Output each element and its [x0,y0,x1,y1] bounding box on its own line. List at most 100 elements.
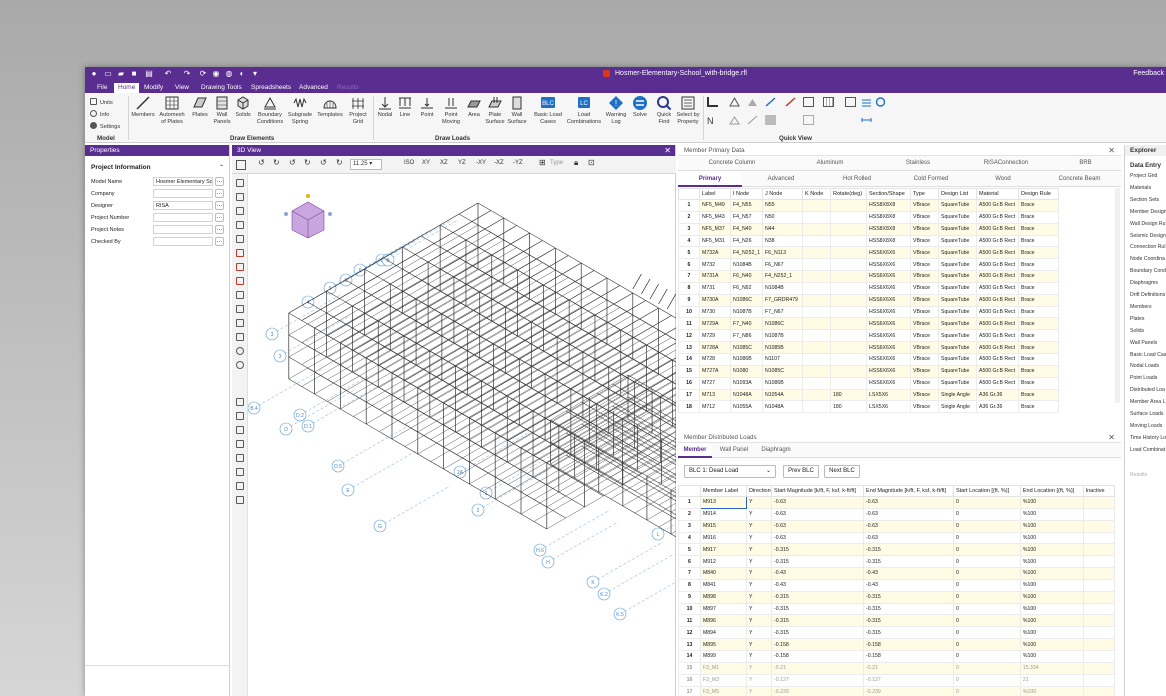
distributed-col-header[interactable]: Start Location [(ft, %)] [952,485,1021,497]
table-cell[interactable]: -0.315 [863,614,954,628]
table-cell[interactable]: SquareTube [938,293,977,307]
next-blc-button[interactable]: Next BLC [824,465,860,478]
distributed-col-header[interactable]: Inactive [1082,485,1116,497]
rotate-z-icon[interactable]: ↺ [320,158,327,167]
table-cell[interactable]: -0.63 [771,496,865,509]
table-cell[interactable]: M916 [699,531,747,545]
table-cell[interactable]: -0.63 [863,496,954,509]
table-cell[interactable]: M713 [699,388,731,402]
sum-plate-icon[interactable] [236,468,244,476]
table-cell[interactable]: N44 [762,222,803,236]
table-cell[interactable] [802,234,831,248]
hide-icon[interactable] [236,361,244,369]
table-cell[interactable]: F4_N252_1 [762,270,803,283]
menu-results[interactable]: Results [333,83,363,93]
table-cell[interactable]: VBrace [910,317,939,331]
table-cell[interactable]: M732A [699,246,731,260]
member_primary-col-header[interactable]: Section/Shape [866,188,911,200]
table-cell[interactable]: SquareTube [938,317,977,331]
close-icon[interactable]: ✕ [1108,145,1115,156]
rotate-view-icon[interactable] [875,97,886,107]
table-cell[interactable]: Brace [1018,293,1059,307]
explorer-item[interactable]: Members [1130,304,1152,310]
table-row[interactable]: 9 M898 Y -0.315 -0.315 0 %100 [678,590,1116,604]
table-cell[interactable]: -0.43 [863,578,954,592]
table-cell[interactable]: N1085C [730,341,763,354]
tab-stainless[interactable]: Stainless [874,156,962,171]
load-combinations-button[interactable]: LC Load Combinations [566,95,602,125]
table-cell[interactable]: A500 Gr.B Rect [976,246,1019,260]
plates-button[interactable]: Plates [189,95,211,119]
tab-brb[interactable]: BRB [1050,156,1121,171]
close-icon[interactable]: ✕ [1108,432,1115,443]
table-cell[interactable]: F6_N67 [762,258,803,272]
table-cell[interactable]: M895 [699,638,747,651]
table-cell[interactable]: VBrace [910,234,939,248]
menu-modify[interactable]: Modify [140,83,167,93]
info-button[interactable]: Info [90,110,109,118]
table-cell[interactable]: N55 [762,199,803,212]
ellipsis-button[interactable]: … [215,189,224,198]
tab-concrete-column[interactable]: Concrete Column [678,156,786,171]
menu-drawing-tools[interactable]: Drawing Tools [197,83,246,93]
table-cell[interactable]: M731A [699,270,731,283]
table-row[interactable]: 2 NF5_M43 F4_N57 N50 HSS8X8X8 VBrace SquareTub… [678,210,1059,224]
table-row[interactable]: 12 M729 F7_N86 N1087B HSS6X6X6 VBrace SquareTu… [678,329,1059,343]
table-cell[interactable]: HSS6X6X6 [866,329,911,343]
select-line-icon[interactable] [236,221,244,229]
table-cell[interactable]: M731 [699,281,731,295]
table-cell[interactable]: -0.239 [863,685,954,696]
table-cell[interactable]: SquareTube [938,352,977,366]
table-cell[interactable]: -0.315 [863,543,954,557]
table-cell[interactable] [1082,614,1116,628]
table-row[interactable]: 16 M727 N1093A N1086B HSS6X6X6 VBrace SquareTu… [678,376,1059,390]
warning-log-button[interactable]: ! Warning Log [604,95,628,125]
table-cell[interactable]: M730 [699,305,731,319]
company-field[interactable] [153,189,213,198]
table-cell[interactable]: %100 [1019,555,1084,569]
table-row[interactable]: 17 F3_M5 Y -0.239 -0.239 0 %100 [678,685,1116,696]
table-cell[interactable]: %100 [1019,531,1084,545]
table-cell[interactable] [1082,555,1116,569]
table-cell[interactable]: A500 Gr.B Rect [976,317,1019,331]
table-cell[interactable]: A500 Gr.B Rect [976,352,1019,366]
table-cell[interactable] [802,305,831,319]
wall-surface-button[interactable]: Wall Surface [507,95,527,125]
table-cell[interactable]: %100 [1019,685,1084,696]
table-cell[interactable]: NF5_M43 [699,210,731,224]
distributed-col-header[interactable]: End Location [(ft, %)] [1019,485,1084,497]
table-cell[interactable]: SquareTube [938,246,977,260]
table-row[interactable]: 1 M913 Y -0.63 -0.63 0 %100 [678,496,1116,509]
table-cell[interactable]: Brace [1018,258,1059,272]
table-cell[interactable]: N1085C [762,364,803,378]
table-cell[interactable]: -0.315 [771,602,865,616]
table-cell[interactable] [802,281,831,295]
table-cell[interactable]: Brace [1018,329,1059,343]
help-icon[interactable]: ◐ [237,69,247,79]
table-cell[interactable]: SquareTube [938,258,977,272]
menu-advanced[interactable]: Advanced [295,83,332,93]
unselect-poly-icon[interactable] [236,277,244,285]
tab-cold-formed[interactable]: Cold Formed [894,172,968,187]
explorer-item[interactable]: Time History Lo [1130,435,1166,441]
table-cell[interactable]: -0.43 [863,567,954,580]
table-cell[interactable]: F3_M5 [699,685,747,696]
table-cell[interactable]: VBrace [910,400,939,414]
table-row[interactable]: 8 M731 F6_N92 N1084B HSS6X6X6 VBrace SquareTub… [678,281,1059,295]
table-cell[interactable]: A500 Gr.B Rect [976,234,1019,248]
area-load-button[interactable]: Area [465,95,483,119]
table-cell[interactable]: %100 [1019,507,1084,521]
table-cell[interactable]: -0.21 [863,661,954,675]
table-cell[interactable]: -0.43 [771,567,865,580]
table-cell[interactable]: A500 Gr.B Rect [976,199,1019,212]
table-row[interactable]: 15 F3_M1 Y -0.21 -0.21 0 15.334 [678,661,1116,675]
table-cell[interactable]: NF5_M31 [699,234,731,248]
member_primary-col-header[interactable]: I Node [730,188,763,200]
table-cell[interactable]: 0 [952,638,1021,651]
save-icon[interactable]: ■ [129,69,139,79]
table-cell[interactable]: F4_N55 [730,199,763,212]
table-cell[interactable]: SquareTube [938,234,977,248]
table-cell[interactable]: VBrace [910,329,939,343]
member_primary-col-header[interactable]: Label [699,188,731,200]
explorer-item[interactable]: Diaphragms [1130,280,1158,286]
